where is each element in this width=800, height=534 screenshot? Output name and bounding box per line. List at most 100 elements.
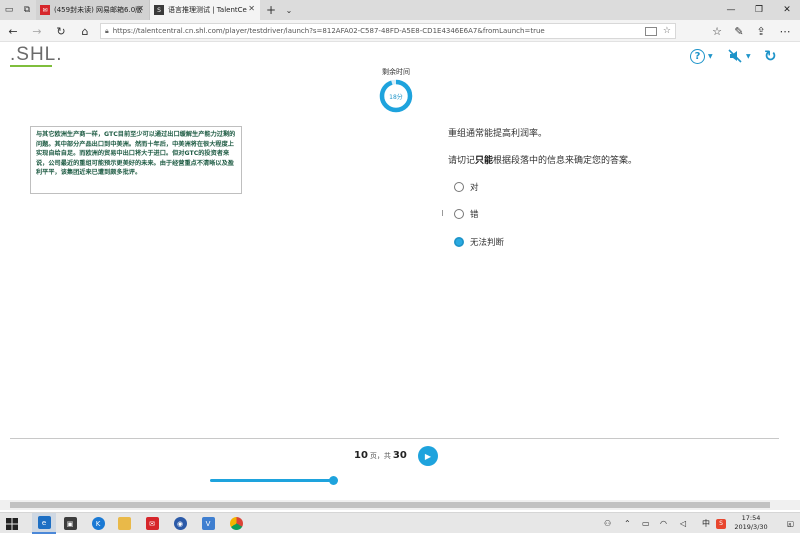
taskbar-app-k[interactable]: K <box>86 513 110 534</box>
folder-icon <box>117 517 131 530</box>
lock-icon: 🔒︎ <box>105 26 109 35</box>
favorites-icon[interactable]: ☆ <box>706 20 728 42</box>
option-true[interactable]: 对 <box>454 181 479 193</box>
vertical-scrollbar[interactable] <box>792 44 800 500</box>
sogou-icon[interactable]: S <box>716 513 726 534</box>
option-label: 对 <box>470 183 479 193</box>
instruction-prefix: 请切记 <box>448 156 476 166</box>
horizontal-scrollbar[interactable] <box>0 500 800 510</box>
radio-button[interactable] <box>454 209 464 219</box>
close-icon[interactable]: ✕ <box>248 4 255 13</box>
mail-icon: ✉ <box>145 517 159 530</box>
timer-value: 18分 <box>389 93 403 101</box>
page-separator: 页，共 <box>369 452 391 460</box>
taskbar-explorer[interactable] <box>112 513 136 534</box>
pen-icon[interactable]: ✎ <box>728 20 750 42</box>
sound-menu-button[interactable]: ▼ <box>727 47 751 65</box>
tray-up-icon[interactable]: ⌃ <box>624 513 631 534</box>
people-icon[interactable]: ⚇ <box>604 513 611 534</box>
footer-divider <box>10 438 779 439</box>
ime-indicator[interactable]: 中 <box>702 513 710 534</box>
new-tab-button[interactable]: + <box>262 0 280 20</box>
close-icon[interactable]: ✕ <box>137 4 144 13</box>
windows-taskbar: e ▣ K ✉ ◉ V ⚇ ⌃ ▭ ◠ ◁ 中 S 17:54 2019/3/3… <box>0 512 800 534</box>
notification-count: 8 <box>788 522 792 529</box>
question-statement: 重组通常能提高利润率。 <box>448 129 548 139</box>
back-button[interactable]: ← <box>2 20 24 42</box>
progress-bar <box>210 479 333 482</box>
windows-icon <box>6 517 18 530</box>
system-clock[interactable]: 17:54 2019/3/30 <box>728 514 774 532</box>
taskbar-edge[interactable]: e <box>32 513 56 534</box>
chevron-down-icon[interactable]: ⌄ <box>280 0 298 20</box>
radio-button[interactable] <box>454 182 464 192</box>
option-cannot-say[interactable]: 无法判断 <box>454 236 504 248</box>
tab-test[interactable]: S 语言推理测试 | TalentCe ✕ <box>150 0 260 20</box>
shl-logo-text: .SHL. <box>10 44 63 65</box>
mail-icon: ✉ <box>40 5 50 15</box>
scrollbar-thumb[interactable] <box>10 502 770 508</box>
browser-nav-bar: ← → ↻ ⌂ 🔒︎ https://talentcentral.cn.shl.… <box>0 20 800 42</box>
shl-logo: .SHL. <box>10 44 63 67</box>
wifi-icon[interactable]: ◠ <box>660 513 667 534</box>
mute-icon <box>728 49 742 63</box>
chevron-down-icon: ▼ <box>746 52 751 60</box>
tab-aside-icon[interactable]: ⧉ <box>18 0 36 20</box>
page-total: 30 <box>392 450 407 461</box>
question-instruction: 请切记只能根据段落中的信息来确定您的答案。 <box>448 153 637 166</box>
option-false[interactable]: 错 <box>454 208 479 220</box>
exit-icon: ↻ <box>764 47 777 65</box>
help-menu-button[interactable]: ? ▼ <box>690 47 713 65</box>
option-label: 无法判断 <box>470 238 505 248</box>
share-icon[interactable]: ⇪ <box>750 20 772 42</box>
minimize-button[interactable]: — <box>718 0 744 20</box>
favorite-star-icon[interactable]: ☆ <box>663 26 671 36</box>
clock-date: 2019/3/30 <box>734 523 768 531</box>
maximize-button[interactable]: ❐ <box>746 0 772 20</box>
play-icon: ▶ <box>424 451 432 461</box>
volume-icon[interactable]: ◁ <box>680 513 686 534</box>
taskbar-store[interactable]: ▣ <box>58 513 82 534</box>
chrome-icon <box>229 517 243 530</box>
reading-passage: 与其它欧洲生产商一样，GTC目前至少可以通过出口缓解生产能力过剩的问题。其中部分… <box>30 126 242 194</box>
taskbar-browser2[interactable]: ◉ <box>168 513 192 534</box>
radio-button[interactable] <box>454 237 464 247</box>
help-icon: ? <box>690 48 705 64</box>
instruction-emphasis: 只能 <box>475 156 494 166</box>
chevron-down-icon: ▼ <box>708 52 713 60</box>
forward-button[interactable]: → <box>26 20 48 42</box>
tab-mail[interactable]: ✉ (459封未读) 网易邮箱6.0版 ✕ <box>36 0 150 20</box>
address-url: https://talentcentral.cn.shl.com/player/… <box>112 27 545 35</box>
instruction-suffix: 根据段落中的信息来确定您的答案。 <box>493 156 638 166</box>
logo-underline <box>10 65 52 67</box>
progress-knob <box>329 476 338 485</box>
store-icon: ▣ <box>63 517 77 530</box>
option-label: 错 <box>470 210 479 220</box>
taskbar-app-v[interactable]: V <box>196 513 220 534</box>
next-page-button[interactable]: ▶ <box>418 446 438 466</box>
s-icon: S <box>154 5 164 15</box>
reading-view-icon[interactable] <box>644 26 657 36</box>
tab-preview-icon[interactable]: ▭ <box>0 0 18 20</box>
divider-tick <box>442 210 443 216</box>
tab-mail-title: (459封未读) 网易邮箱6.0版 <box>54 6 143 14</box>
home-button[interactable]: ⌂ <box>74 20 96 42</box>
more-icon[interactable]: ⋯ <box>774 20 796 42</box>
exit-button[interactable]: ↻ <box>764 47 777 65</box>
taskbar-chrome[interactable] <box>224 513 248 534</box>
action-center-button[interactable]: ▢ 8 <box>778 513 800 534</box>
window-close-button[interactable]: ✕ <box>774 0 800 20</box>
tab-test-title: 语言推理测试 | TalentCe <box>168 6 247 14</box>
edge-icon: e <box>37 516 51 529</box>
page-indicator: 10 页，共 30 <box>354 450 407 461</box>
address-bar[interactable]: 🔒︎ https://talentcentral.cn.shl.com/play… <box>100 23 676 39</box>
clock-time: 17:54 <box>741 514 761 522</box>
refresh-button[interactable]: ↻ <box>50 20 72 42</box>
start-button[interactable] <box>0 513 24 534</box>
taskbar-mail163[interactable]: ✉ <box>140 513 164 534</box>
browser-tab-bar: ▭ ⧉ ✉ (459封未读) 网易邮箱6.0版 ✕ S 语言推理测试 | Tal… <box>0 0 800 20</box>
v-app-icon: V <box>201 517 215 530</box>
timer-label: 剩余时间 <box>382 68 410 76</box>
globe-icon: ◉ <box>173 517 187 530</box>
battery-icon[interactable]: ▭ <box>642 513 650 534</box>
